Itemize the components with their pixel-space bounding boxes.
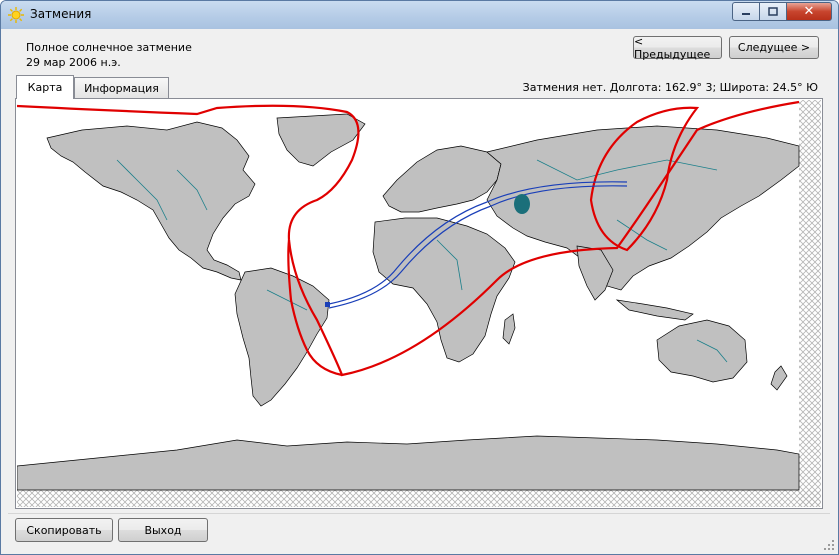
tab-info[interactable]: Информация	[74, 77, 169, 98]
previous-button[interactable]: < Предыдущее	[633, 35, 722, 61]
status-text: Затмения нет. Долгота: 162.9° 3; Широта:…	[522, 81, 818, 94]
map-panel[interactable]	[15, 98, 823, 509]
eclipse-date-label: 29 мар 2006 н.э.	[26, 56, 121, 69]
minimize-button[interactable]	[732, 2, 759, 21]
footer-separator	[8, 513, 830, 514]
close-button[interactable]: ✕	[786, 2, 832, 21]
copy-button[interactable]: Скопировать	[15, 518, 113, 542]
window-title: Затмения	[30, 7, 92, 21]
exit-button[interactable]: Выход	[118, 518, 208, 542]
minimize-icon	[742, 12, 750, 15]
maximize-button[interactable]	[759, 2, 786, 21]
title-bar[interactable]: Затмения ✕	[1, 1, 838, 29]
next-button[interactable]: Следущее >	[729, 36, 819, 59]
world-map[interactable]	[17, 100, 821, 507]
tab-map[interactable]: Карта	[16, 75, 74, 99]
caption-buttons: ✕	[732, 2, 832, 21]
app-window: Затмения ✕ Полное солнечное затмение 29 …	[0, 0, 839, 555]
maximize-icon	[768, 6, 778, 16]
map-hatched-bottom	[17, 490, 821, 507]
sun-icon	[8, 7, 24, 23]
map-hatched-right	[799, 100, 821, 507]
resize-grip-icon[interactable]	[823, 539, 835, 551]
eclipse-type-label: Полное солнечное затмение	[26, 41, 192, 54]
close-icon: ✕	[803, 4, 815, 19]
